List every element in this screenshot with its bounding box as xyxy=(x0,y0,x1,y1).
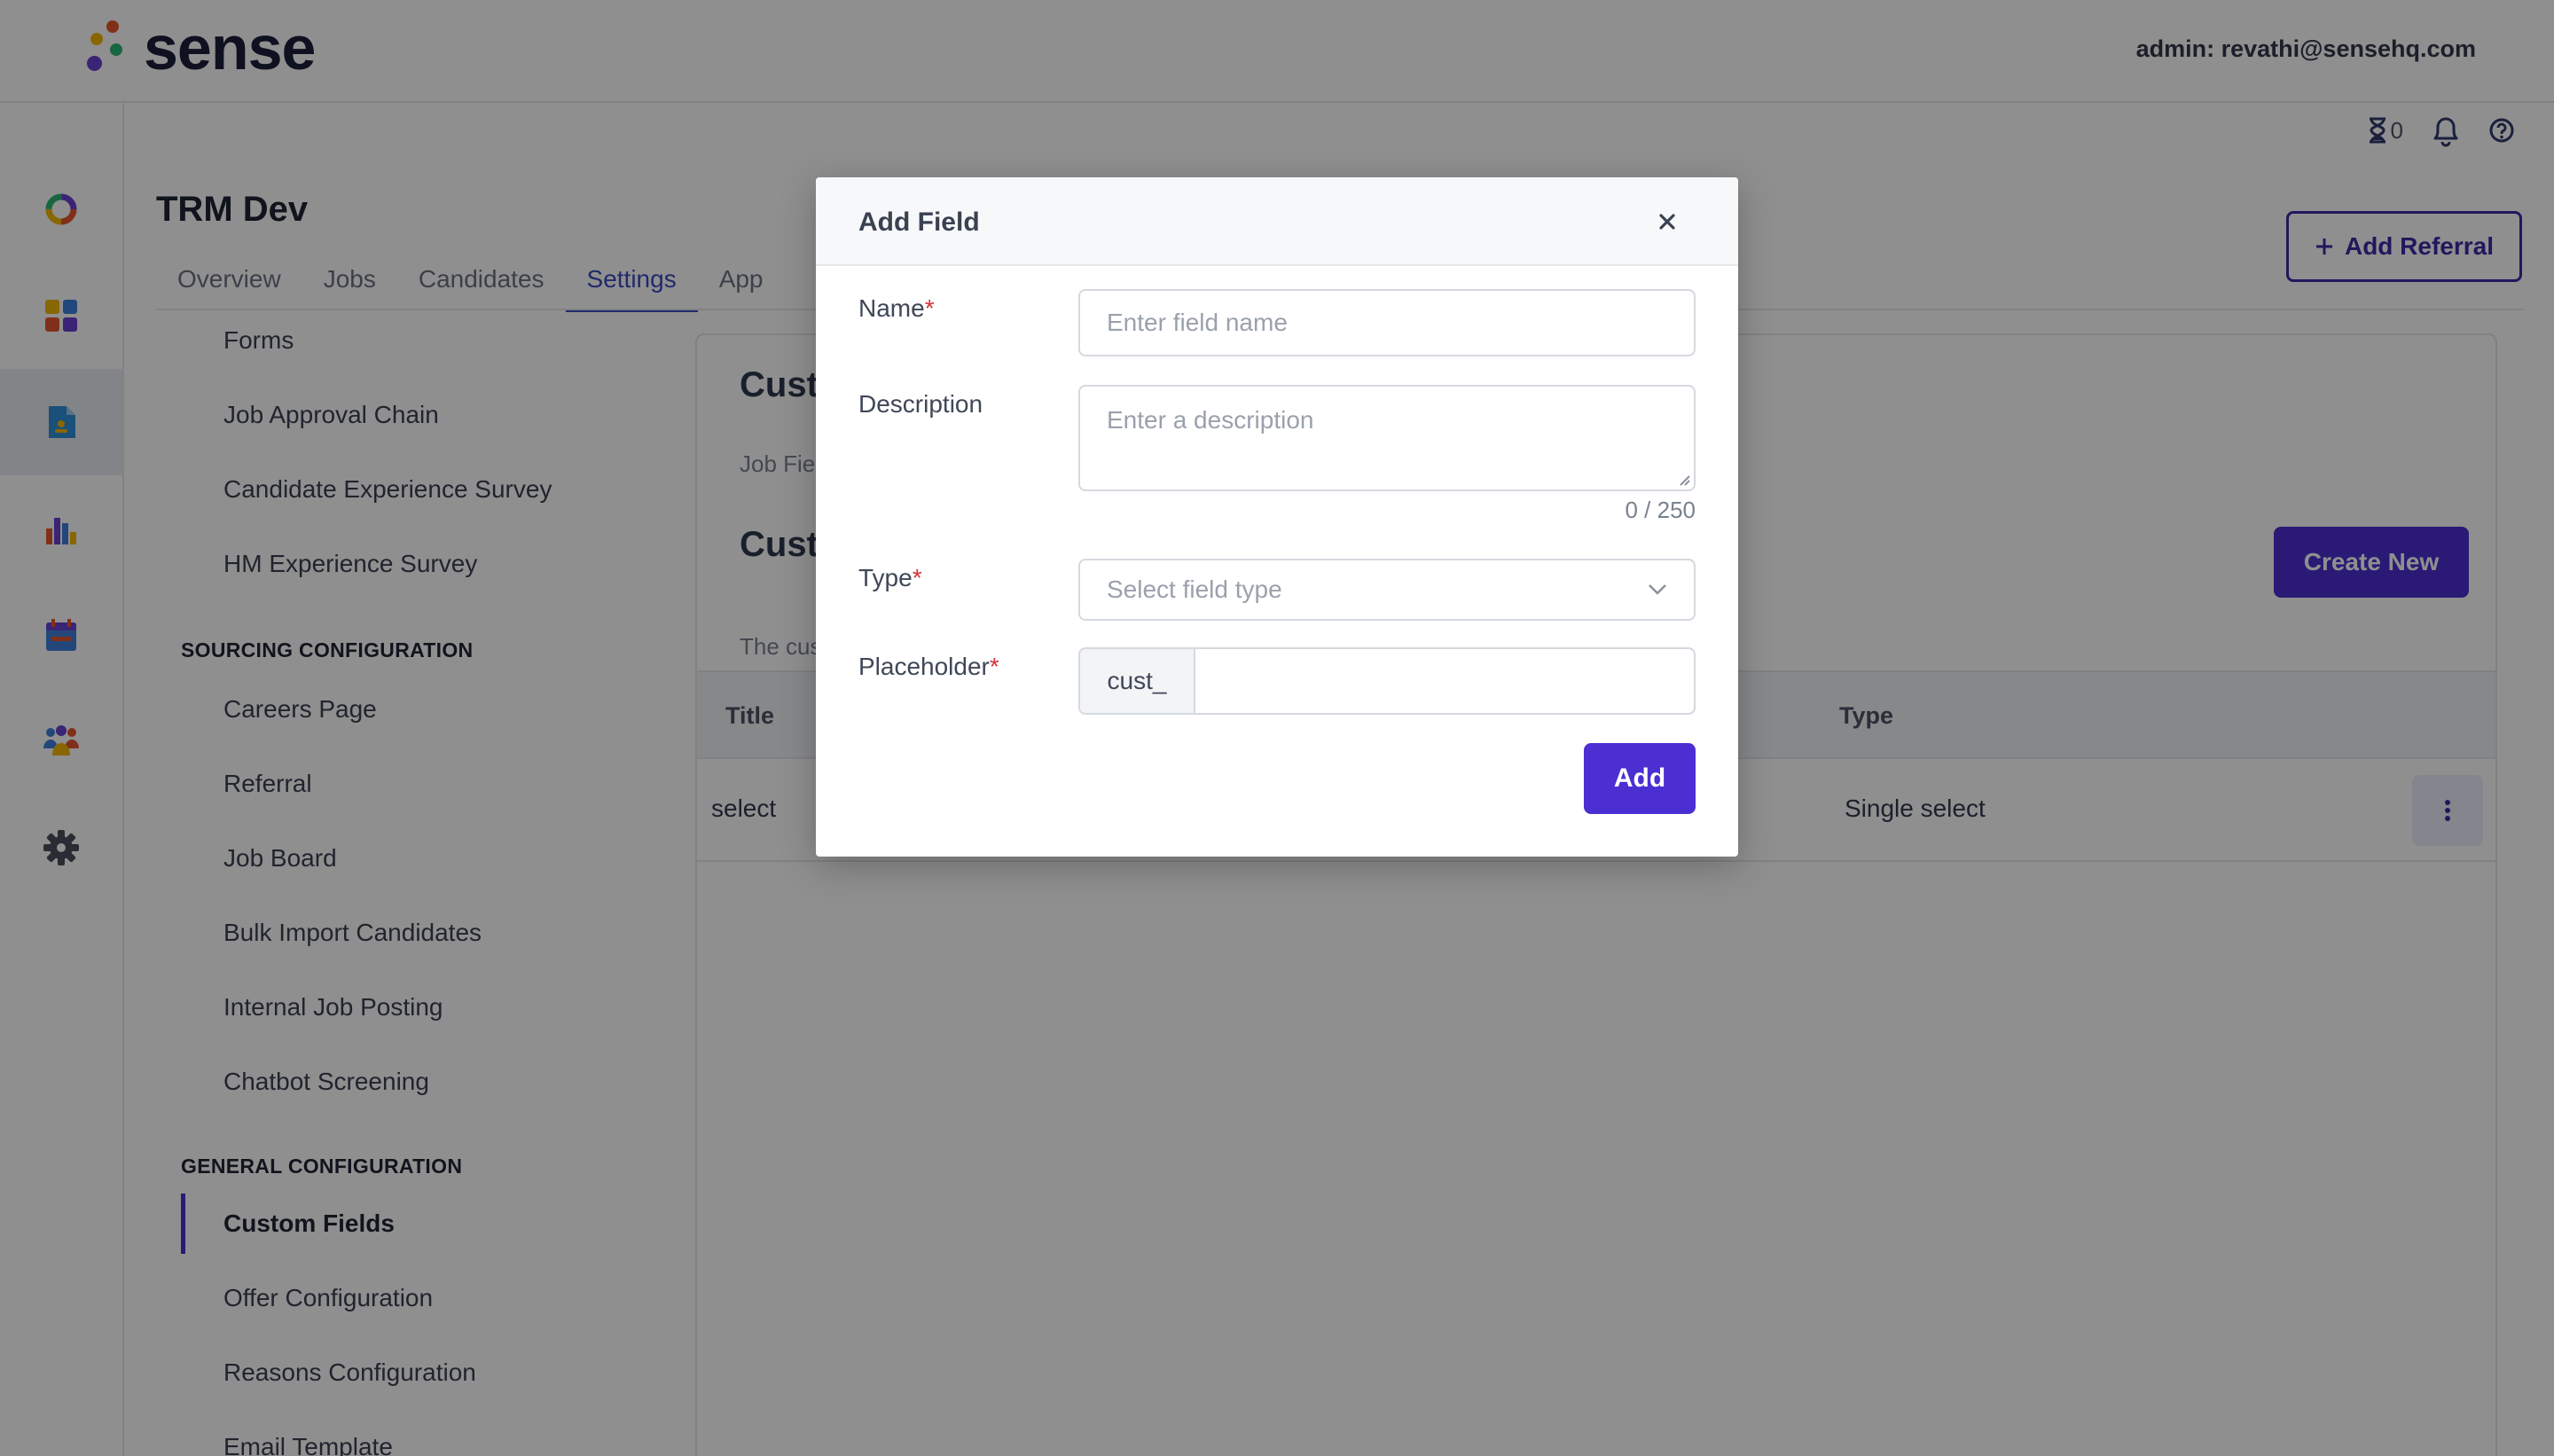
modal-title: Add Field xyxy=(858,207,980,237)
type-placeholder: Select field type xyxy=(1107,575,1282,603)
name-label: Name* xyxy=(858,294,935,322)
character-counter: 0 / 250 xyxy=(1625,497,1696,523)
add-field-modal: Add Field Name* Enter field name Descrip… xyxy=(816,177,1738,857)
add-button[interactable]: Add xyxy=(1584,743,1696,814)
close-icon xyxy=(1659,214,1675,230)
type-select[interactable]: Select field type xyxy=(1078,559,1696,621)
name-placeholder: Enter field name xyxy=(1107,309,1288,336)
chevron-down-icon xyxy=(1649,584,1666,595)
description-placeholder: Enter a description xyxy=(1107,406,1314,434)
close-button[interactable] xyxy=(1649,204,1685,239)
placeholder-input[interactable] xyxy=(1195,649,1694,713)
resize-handle-icon[interactable] xyxy=(1676,472,1690,486)
placeholder-label: Placeholder* xyxy=(858,653,999,680)
description-label: Description xyxy=(858,390,983,418)
description-textarea[interactable]: Enter a description xyxy=(1078,385,1696,491)
placeholder-field: cust_ xyxy=(1078,647,1696,715)
modal-header: Add Field xyxy=(816,177,1738,266)
name-input[interactable]: Enter field name xyxy=(1078,289,1696,356)
placeholder-prefix: cust_ xyxy=(1080,649,1195,713)
type-label: Type* xyxy=(858,564,922,591)
